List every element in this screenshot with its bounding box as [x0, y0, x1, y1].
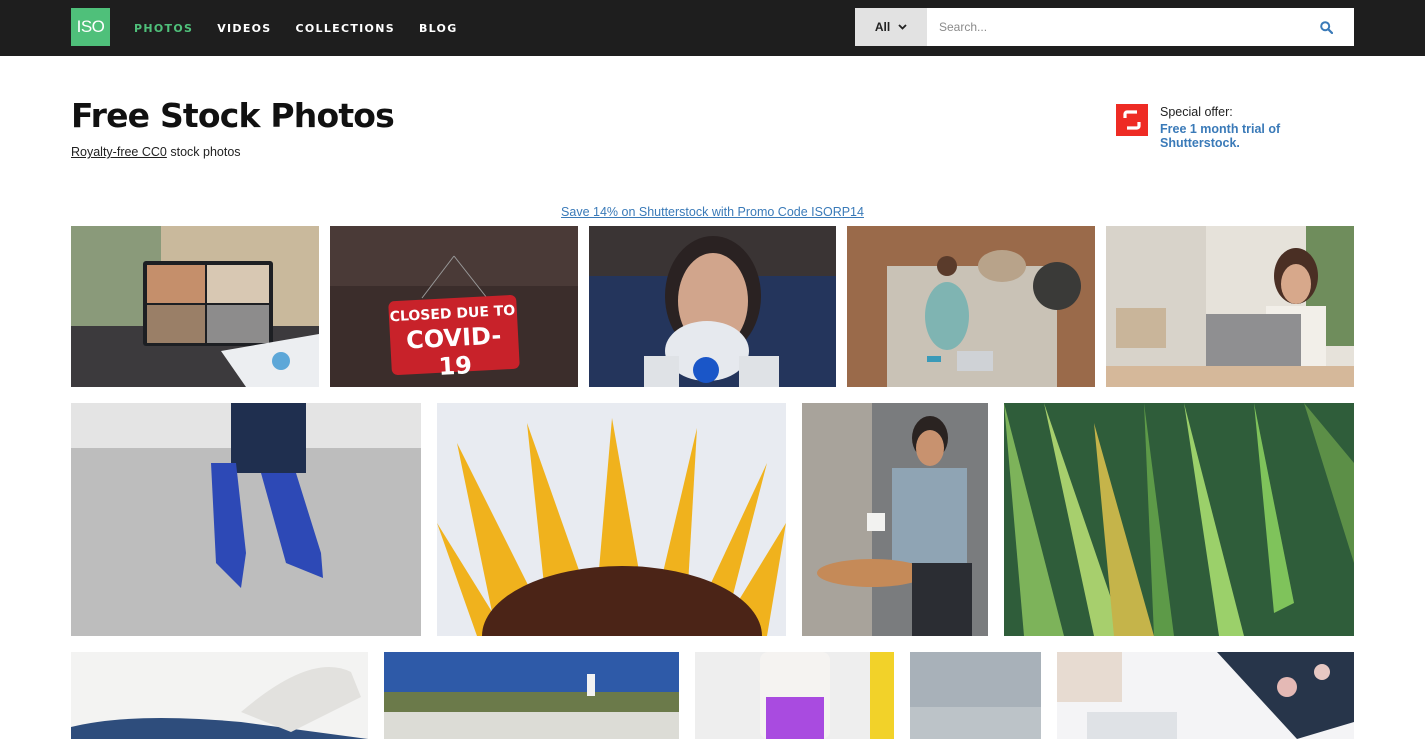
photo-man-pouring-tea[interactable]: [802, 403, 988, 636]
offer-link[interactable]: Free 1 month trial of Shutterstock.: [1160, 122, 1356, 150]
nav-videos[interactable]: VIDEOS: [217, 22, 271, 35]
cc0-license-link[interactable]: Royalty-free CC0: [71, 145, 167, 159]
offer-label: Special offer:: [1160, 105, 1233, 119]
photo-woman-mask[interactable]: [589, 226, 836, 387]
main-nav: PHOTOS VIDEOS COLLECTIONS BLOG: [134, 0, 458, 56]
photo-phone-screen[interactable]: [695, 652, 894, 739]
photo-white-sneakers[interactable]: [71, 652, 368, 739]
photo-floral-desk[interactable]: [1057, 652, 1354, 739]
photo-glitter-heels[interactable]: [71, 403, 421, 636]
search-category-label: All: [874, 20, 891, 34]
page-subtitle: Royalty-free CC0 stock photos: [71, 145, 241, 159]
nav-collections[interactable]: COLLECTIONS: [296, 22, 395, 35]
nav-blog[interactable]: BLOG: [419, 22, 458, 35]
photo-green-leaves[interactable]: [1004, 403, 1354, 636]
sign-line-2: COVID-19: [405, 321, 502, 381]
nav-photos[interactable]: PHOTOS: [134, 22, 193, 35]
search-input[interactable]: [927, 8, 1299, 46]
chevron-down-icon: [898, 24, 907, 30]
photo-sunflower[interactable]: [437, 403, 786, 636]
photo-foggy-sky[interactable]: [910, 652, 1041, 739]
top-navigation-bar: ISO PHOTOS VIDEOS COLLECTIONS BLOG All: [0, 0, 1425, 56]
promo-banner: Save 14% on Shutterstock with Promo Code…: [0, 205, 1425, 219]
photo-woman-laptop[interactable]: [1106, 226, 1354, 387]
page-title: Free Stock Photos: [71, 96, 395, 135]
search-button[interactable]: [1299, 8, 1354, 46]
photo-video-call[interactable]: [71, 226, 319, 387]
search-icon: [1320, 20, 1333, 34]
site-logo[interactable]: ISO: [71, 8, 110, 46]
search-bar: All: [855, 8, 1354, 46]
promo-code-link[interactable]: Save 14% on Shutterstock with Promo Code…: [561, 205, 864, 219]
photo-home-workout[interactable]: [847, 226, 1095, 387]
shutterstock-icon: [1116, 104, 1148, 136]
sign-text: CLOSED DUE TO COVID-19: [388, 303, 520, 384]
photo-closed-covid-sign[interactable]: CLOSED DUE TO COVID-19: [330, 226, 578, 387]
special-offer[interactable]: Special offer: Free 1 month trial of Shu…: [1116, 104, 1356, 150]
photo-white-cliffs[interactable]: [384, 652, 679, 739]
search-category-select[interactable]: All: [855, 8, 927, 46]
subtitle-text: stock photos: [166, 145, 241, 159]
